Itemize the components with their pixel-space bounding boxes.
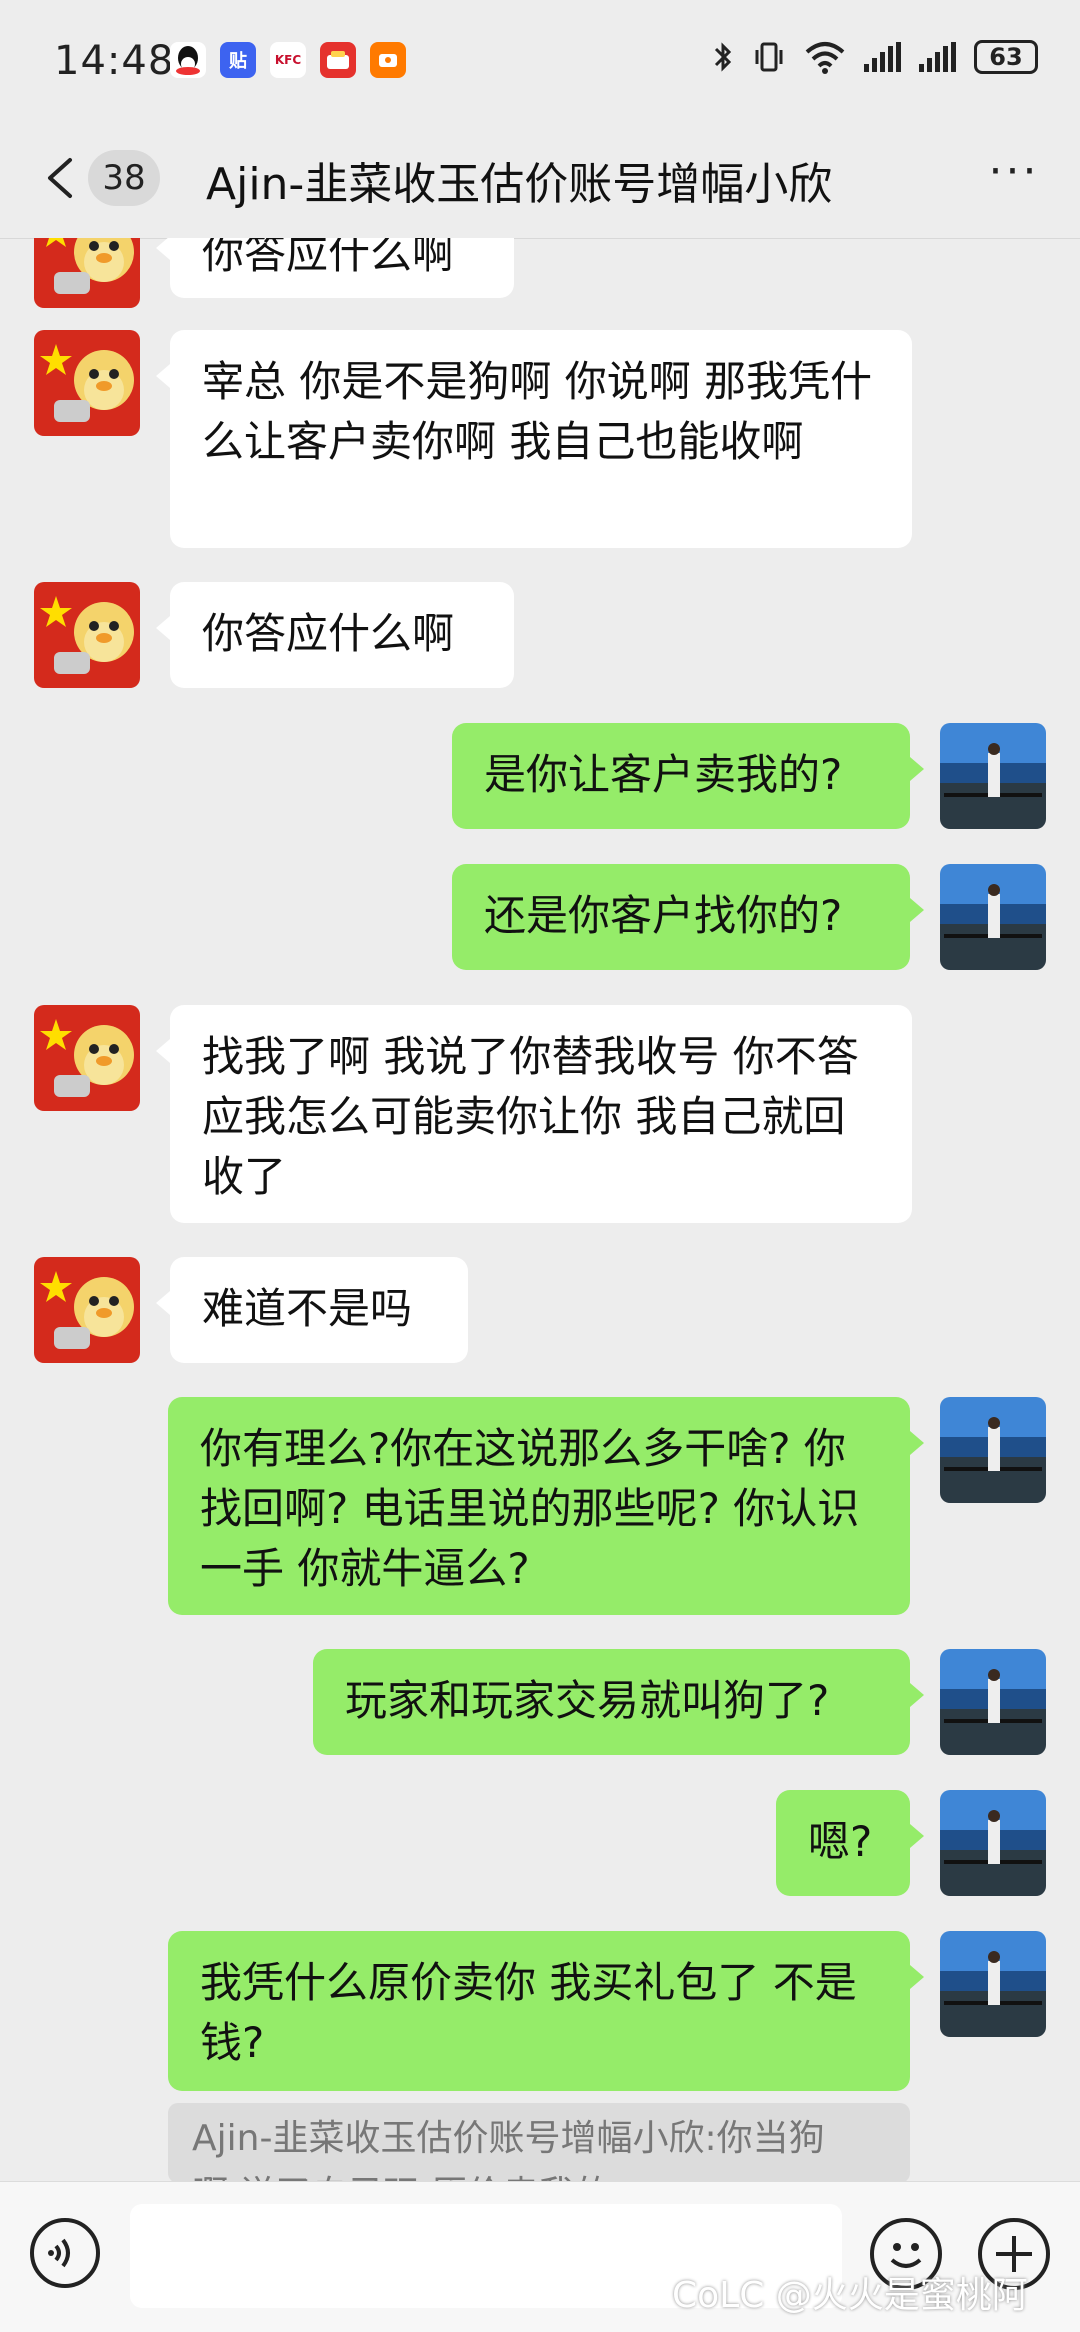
self-avatar[interactable] bbox=[940, 1790, 1046, 1896]
self-avatar[interactable] bbox=[940, 723, 1046, 829]
voice-input-button[interactable] bbox=[30, 2218, 100, 2288]
waimai-icon bbox=[320, 42, 356, 78]
message-bubble-received[interactable]: 难道不是吗 bbox=[156, 1257, 468, 1363]
quoted-message-preview[interactable]: Ajin-韭菜收玉估价账号增幅小欣:你当狗 啊 说了自己玩 原价卖我的 bbox=[168, 2103, 910, 2181]
unread-count-badge: 38 bbox=[88, 150, 160, 206]
chat-title: Ajin-韭菜收玉估价账号增幅小欣 bbox=[206, 159, 833, 210]
watermark-text: CoLC @火火是蜜桃阿 bbox=[672, 2275, 1028, 2316]
message-bubble-received[interactable]: 找我了啊 我说了你替我收号 你不答应我怎么可能卖你让你 我自己就回收了 bbox=[156, 1005, 912, 1223]
message-bubble-sent[interactable]: 我凭什么原价卖你 我买礼包了 不是钱? bbox=[168, 1931, 924, 2091]
message-bubble-sent[interactable]: 还是你客户找你的? bbox=[452, 864, 924, 970]
chevron-left-icon bbox=[48, 158, 72, 198]
input-bar: CoLC @火火是蜜桃阿 bbox=[0, 2181, 1080, 2332]
quote-line: 啊 说了自己玩 原价卖我的 bbox=[192, 2167, 886, 2181]
status-time: 14:48 bbox=[54, 38, 175, 84]
battery-indicator: 63 bbox=[974, 40, 1038, 74]
chat-header: 38 Ajin-韭菜收玉估价账号增幅小欣 ··· bbox=[0, 120, 1080, 239]
system-status: 63 bbox=[712, 40, 1038, 74]
message-bubble-sent[interactable]: 嗯? bbox=[776, 1790, 924, 1896]
more-button[interactable]: ··· bbox=[984, 150, 1044, 208]
more-dots-icon: ··· bbox=[988, 146, 1040, 197]
back-button[interactable] bbox=[36, 148, 96, 208]
message-bubble-received[interactable]: 你答应什么啊 bbox=[156, 582, 514, 688]
message-bubble-sent[interactable]: 是你让客户卖我的? bbox=[452, 723, 924, 829]
chat-message-list[interactable]: 你答应什么啊 宰总 你是不是狗啊 你说啊 那我凭什么让客户卖你啊 我自己也能收啊… bbox=[0, 238, 1080, 2181]
signal-icon bbox=[864, 42, 901, 72]
self-avatar[interactable] bbox=[940, 864, 1046, 970]
self-avatar[interactable] bbox=[940, 1931, 1046, 2037]
kfc-icon: KFC bbox=[270, 42, 306, 78]
self-avatar[interactable] bbox=[940, 1397, 1046, 1503]
voice-icon bbox=[48, 2238, 70, 2268]
contact-avatar[interactable] bbox=[34, 1257, 140, 1363]
contact-avatar[interactable] bbox=[34, 238, 140, 308]
message-bubble-received[interactable]: 你答应什么啊 bbox=[156, 238, 514, 298]
message-bubble-received[interactable]: 宰总 你是不是狗啊 你说啊 那我凭什么让客户卖你啊 我自己也能收啊 bbox=[156, 330, 912, 548]
notification-icons: 贴 KFC bbox=[170, 42, 406, 78]
signal-icon bbox=[919, 42, 956, 72]
contact-avatar[interactable] bbox=[34, 1005, 140, 1111]
message-bubble-sent[interactable]: 你有理么?你在这说那么多干啥? 你找回啊? 电话里说的那些呢? 你认识一手 你就… bbox=[168, 1397, 924, 1615]
bluetooth-icon bbox=[714, 42, 732, 72]
quote-line: Ajin-韭菜收玉估价账号增幅小欣:你当狗 bbox=[192, 2118, 825, 2159]
contact-avatar[interactable] bbox=[34, 582, 140, 688]
tieba-icon: 贴 bbox=[220, 42, 256, 78]
message-bubble-sent[interactable]: 玩家和玩家交易就叫狗了? bbox=[313, 1649, 924, 1755]
orange-app-icon bbox=[370, 42, 406, 78]
status-bar: 14:48 贴 KFC 63 bbox=[0, 0, 1080, 120]
vibrate-icon bbox=[755, 42, 783, 72]
qq-icon bbox=[170, 42, 206, 78]
wifi-icon bbox=[805, 42, 845, 74]
contact-avatar[interactable] bbox=[34, 330, 140, 436]
self-avatar[interactable] bbox=[940, 1649, 1046, 1755]
